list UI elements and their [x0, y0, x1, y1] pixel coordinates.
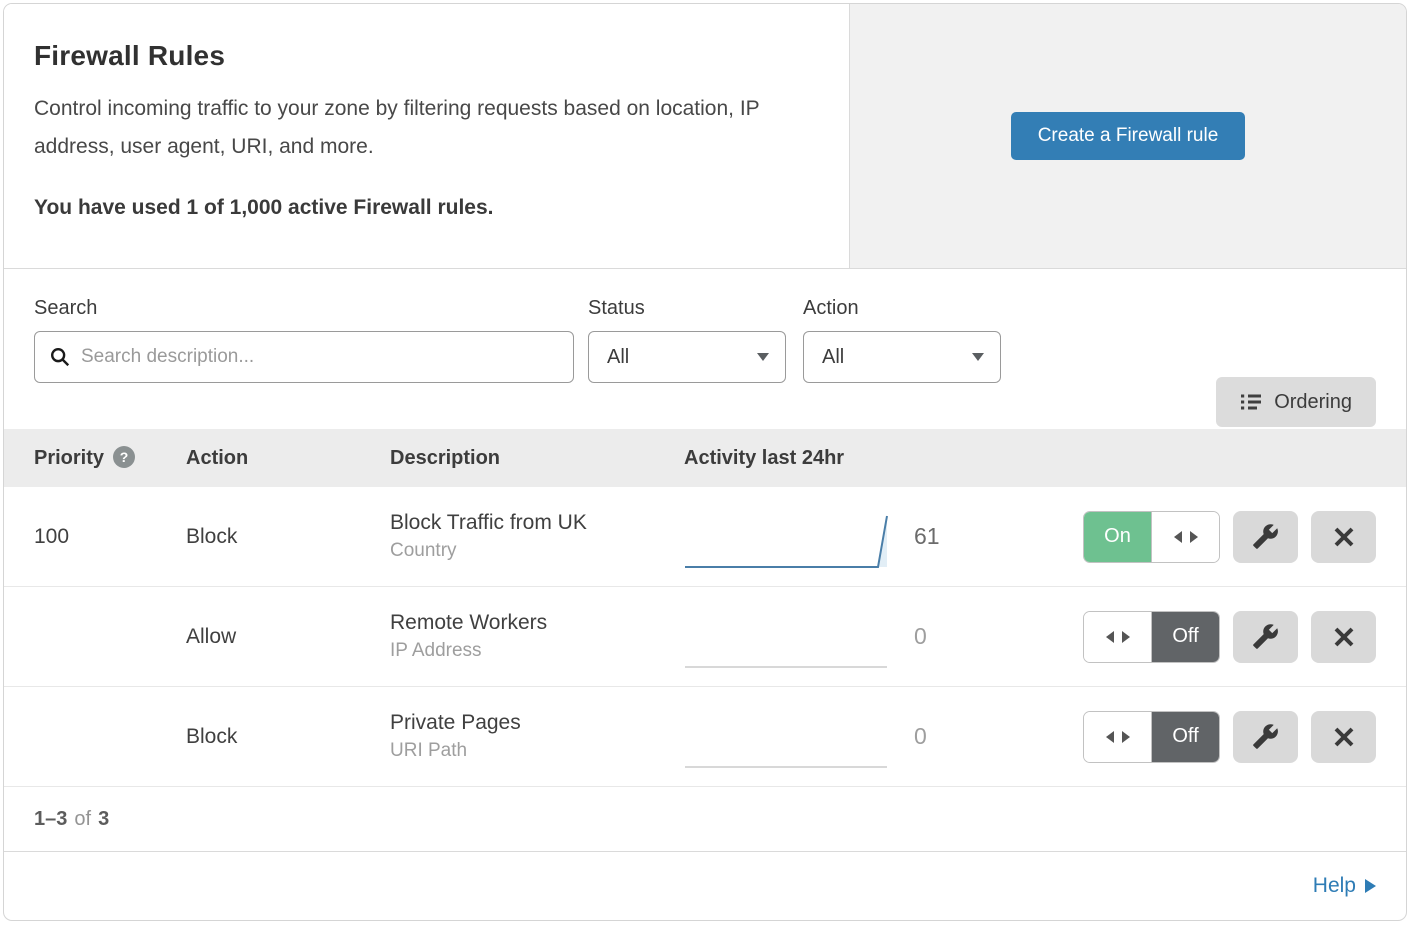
- wrench-icon: [1252, 723, 1279, 750]
- search-box[interactable]: [34, 331, 574, 383]
- wrench-icon: [1252, 623, 1279, 650]
- search-label: Search: [34, 297, 574, 320]
- status-filter-group: Status All: [588, 297, 786, 383]
- action-selected-value: All: [822, 346, 844, 369]
- rule-priority: 100: [4, 525, 186, 549]
- help-question-icon[interactable]: ?: [113, 446, 135, 468]
- rule-match-type: Country: [390, 540, 684, 562]
- rule-match-type: IP Address: [390, 640, 684, 662]
- rule-enabled-toggle[interactable]: Off: [1083, 611, 1220, 663]
- ordering-list-icon: [1240, 391, 1262, 413]
- column-priority: Priority ?: [4, 447, 186, 470]
- edit-rule-button[interactable]: [1233, 511, 1298, 563]
- search-input[interactable]: [81, 346, 559, 368]
- firewall-rules-panel: Firewall Rules Control incoming traffic …: [3, 3, 1407, 921]
- header-text-block: Firewall Rules Control incoming traffic …: [4, 4, 849, 268]
- activity-count: 0: [914, 623, 984, 650]
- row-controls: Off: [1083, 611, 1376, 663]
- left-right-arrows-icon: [1174, 531, 1198, 543]
- search-group: Search: [34, 297, 574, 383]
- activity-sparkline: [684, 701, 888, 773]
- table-row: Allow Remote Workers IP Address 0 Off: [4, 587, 1406, 687]
- pagination-of: of: [74, 808, 91, 831]
- rule-description: Block Traffic from UK: [390, 511, 684, 535]
- toggle-drag-handle[interactable]: [1151, 512, 1219, 562]
- rule-description-cell: Private Pages URI Path: [390, 711, 684, 762]
- activity-sparkline: [684, 501, 888, 573]
- wrench-icon: [1252, 523, 1279, 550]
- activity-sparkline: [684, 601, 888, 673]
- arrow-right-icon: [1365, 878, 1376, 894]
- chevron-down-icon: [972, 353, 984, 361]
- status-select[interactable]: All: [588, 331, 786, 383]
- rule-description: Private Pages: [390, 711, 684, 735]
- pagination-bar: 1–3 of 3: [4, 787, 1406, 852]
- page-description: Control incoming traffic to your zone by…: [34, 90, 764, 166]
- ordering-button[interactable]: Ordering: [1216, 377, 1376, 427]
- pagination-total: 3: [98, 808, 109, 831]
- priority-column-label: Priority: [34, 447, 104, 470]
- rule-action: Allow: [186, 625, 390, 649]
- action-filter-group: Action All: [803, 297, 1001, 383]
- header-action-panel: Create a Firewall rule: [849, 4, 1406, 268]
- action-select[interactable]: All: [803, 331, 1001, 383]
- rule-description-cell: Remote Workers IP Address: [390, 611, 684, 662]
- delete-rule-button[interactable]: [1311, 711, 1376, 763]
- rule-description: Remote Workers: [390, 611, 684, 635]
- edit-rule-button[interactable]: [1233, 711, 1298, 763]
- status-selected-value: All: [607, 346, 629, 369]
- rule-action: Block: [186, 525, 390, 549]
- x-icon: [1332, 525, 1356, 549]
- edit-rule-button[interactable]: [1233, 611, 1298, 663]
- left-right-arrows-icon: [1106, 631, 1130, 643]
- rule-action: Block: [186, 725, 390, 749]
- ordering-button-label: Ordering: [1274, 391, 1352, 414]
- row-controls: Off: [1083, 711, 1376, 763]
- panel-header: Firewall Rules Control incoming traffic …: [4, 4, 1406, 269]
- table-row: Block Private Pages URI Path 0 Off: [4, 687, 1406, 787]
- help-link-label: Help: [1313, 874, 1356, 898]
- rule-enabled-toggle[interactable]: Off: [1083, 711, 1220, 763]
- toggle-state-label: Off: [1152, 612, 1219, 662]
- x-icon: [1332, 725, 1356, 749]
- status-label: Status: [588, 297, 786, 320]
- table-header-row: Priority ? Action Description Activity l…: [4, 429, 1406, 487]
- usage-note: You have used 1 of 1,000 active Firewall…: [34, 196, 819, 220]
- toggle-drag-handle[interactable]: [1084, 612, 1152, 662]
- activity-count: 0: [914, 723, 984, 750]
- x-icon: [1332, 625, 1356, 649]
- create-firewall-rule-button[interactable]: Create a Firewall rule: [1011, 112, 1246, 160]
- toggle-state-label: On: [1084, 512, 1151, 562]
- column-description: Description: [390, 447, 684, 470]
- table-row: 100 Block Block Traffic from UK Country …: [4, 487, 1406, 587]
- rule-match-type: URI Path: [390, 740, 684, 762]
- toggle-drag-handle[interactable]: [1084, 712, 1152, 762]
- column-action: Action: [186, 447, 390, 470]
- page-title: Firewall Rules: [34, 40, 819, 72]
- search-icon: [49, 346, 71, 368]
- row-controls: On: [1083, 511, 1376, 563]
- help-bar: Help: [4, 852, 1406, 920]
- left-right-arrows-icon: [1106, 731, 1130, 743]
- rule-description-cell: Block Traffic from UK Country: [390, 511, 684, 562]
- toggle-state-label: Off: [1152, 712, 1219, 762]
- action-label: Action: [803, 297, 1001, 320]
- column-activity: Activity last 24hr: [684, 447, 844, 470]
- delete-rule-button[interactable]: [1311, 611, 1376, 663]
- chevron-down-icon: [757, 353, 769, 361]
- pagination-range: 1–3: [34, 808, 67, 831]
- rule-enabled-toggle[interactable]: On: [1083, 511, 1220, 563]
- activity-count: 61: [914, 523, 984, 550]
- delete-rule-button[interactable]: [1311, 511, 1376, 563]
- help-link[interactable]: Help: [1313, 874, 1376, 898]
- filter-bar: Search Status All Action All Ordering: [4, 269, 1406, 429]
